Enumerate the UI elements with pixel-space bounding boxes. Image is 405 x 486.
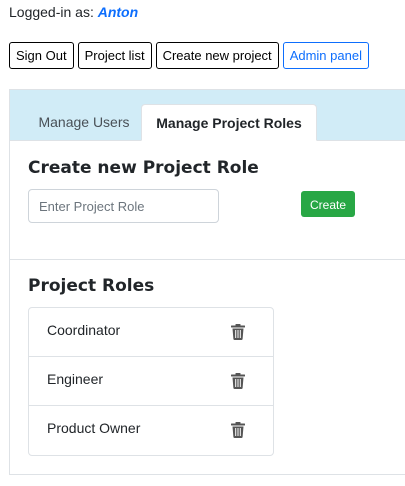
project-role-input[interactable] bbox=[28, 189, 219, 223]
trash-icon[interactable] bbox=[231, 324, 245, 340]
role-name: Engineer bbox=[47, 371, 104, 387]
login-label: Logged-in as: bbox=[9, 4, 94, 20]
list-item: Coordinator bbox=[29, 308, 273, 357]
create-project-button[interactable]: Create new project bbox=[155, 42, 279, 69]
admin-panel-button[interactable]: Admin panel bbox=[282, 42, 369, 69]
create-role-heading: Create new Project Role bbox=[28, 158, 259, 178]
section-divider bbox=[10, 259, 405, 260]
username: Anton bbox=[97, 4, 139, 20]
tab-strip: Manage Users Manage Project Roles bbox=[10, 90, 405, 141]
list-item: Product Owner bbox=[29, 406, 273, 455]
tab-manage-users[interactable]: Manage Users bbox=[24, 104, 144, 141]
role-name: Coordinator bbox=[47, 322, 121, 338]
list-item: Engineer bbox=[29, 357, 273, 406]
login-status: Logged-in as: Anton bbox=[9, 3, 138, 21]
top-nav-buttons: Sign Out Project list Create new project… bbox=[9, 42, 369, 69]
create-role-button[interactable]: Create bbox=[301, 191, 355, 217]
project-roles-heading: Project Roles bbox=[28, 276, 155, 296]
tab-manage-project-roles[interactable]: Manage Project Roles bbox=[141, 104, 317, 141]
admin-panel: Manage Users Manage Project Roles Create… bbox=[9, 89, 405, 475]
trash-icon[interactable] bbox=[231, 422, 245, 438]
sign-out-button[interactable]: Sign Out bbox=[9, 42, 74, 69]
role-name: Product Owner bbox=[47, 420, 141, 436]
project-roles-list: Coordinator Engineer Product Owner bbox=[28, 307, 274, 456]
trash-icon[interactable] bbox=[231, 373, 245, 389]
project-list-button[interactable]: Project list bbox=[77, 42, 152, 69]
